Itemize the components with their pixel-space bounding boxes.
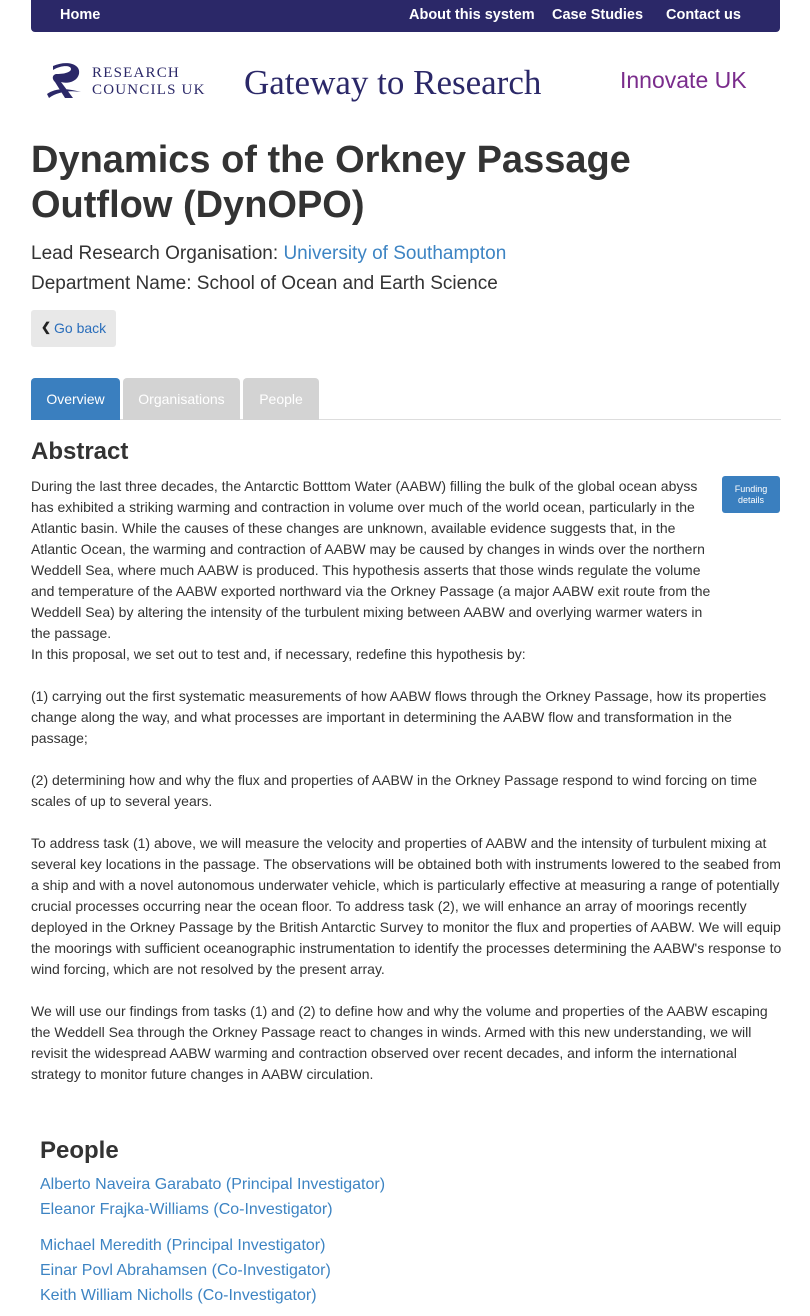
- nav-contact-link[interactable]: Contact us: [666, 7, 741, 23]
- funding-details-label-line1: Funding: [734, 484, 768, 494]
- abstract-heading: Abstract: [31, 438, 129, 465]
- go-back-button[interactable]: ❮ Go back: [31, 310, 116, 347]
- tab-organisations[interactable]: Organisations: [123, 378, 240, 420]
- rcuk-swirl-icon: [47, 63, 81, 98]
- project-title: Dynamics of the Orkney Passage Outflow (…: [31, 139, 631, 226]
- abstract-paragraph: (1) carrying out the first systematic me…: [31, 688, 767, 746]
- person-link[interactable]: Keith William Nicholls (Co-Investigator): [40, 1287, 317, 1305]
- tab-people[interactable]: People: [243, 378, 319, 420]
- funding-details-label-line2: details: [737, 495, 764, 505]
- lead-organisation-link[interactable]: University of Southampton: [283, 243, 506, 264]
- rcuk-logo-line2: COUNCILS UK: [92, 82, 206, 98]
- funding-details-button[interactable]: Funding details: [722, 476, 780, 513]
- nav-home-link[interactable]: Home: [60, 7, 100, 23]
- rcuk-logo-line1: RESEARCH: [92, 65, 180, 81]
- lead-organisation: Lead Research Organisation: University o…: [31, 243, 506, 265]
- nav-about-link[interactable]: About this system: [409, 7, 535, 23]
- gateway-logo[interactable]: Gateway to Research: [244, 63, 541, 103]
- department-value: School of Ocean and Earth Science: [196, 273, 498, 294]
- person-link[interactable]: Alberto Naveira Garabato (Principal Inve…: [40, 1176, 385, 1194]
- top-navbar: Home About this system Case Studies Cont…: [31, 0, 780, 32]
- abstract-paragraph: To address task (1) above, we will measu…: [31, 835, 782, 977]
- person-link[interactable]: Eleanor Frajka-Williams (Co-Investigator…: [40, 1201, 333, 1219]
- person-link[interactable]: Einar Povl Abrahamsen (Co-Investigator): [40, 1262, 331, 1280]
- rcuk-logo[interactable]: RESEARCH COUNCILS UK: [45, 60, 205, 104]
- go-back-label: Go back: [54, 320, 107, 336]
- person-link[interactable]: Michael Meredith (Principal Investigator…: [40, 1237, 325, 1255]
- abstract-paragraph: We will use our findings from tasks (1) …: [31, 1003, 768, 1082]
- tab-overview[interactable]: Overview: [31, 378, 120, 420]
- abstract-paragraph: (2) determining how and why the flux and…: [31, 772, 758, 809]
- department-name: Department Name: School of Ocean and Ear…: [31, 273, 498, 295]
- chevron-left-icon: ❮: [41, 320, 52, 334]
- innovate-uk-logo[interactable]: Innovate UK: [620, 67, 747, 94]
- abstract-paragraph: During the last three decades, the Antar…: [31, 478, 711, 641]
- department-label: Department Name:: [31, 273, 192, 294]
- nav-case-studies-link[interactable]: Case Studies: [552, 7, 643, 23]
- lead-organisation-label: Lead Research Organisation:: [31, 243, 279, 264]
- abstract-paragraph: In this proposal, we set out to test and…: [31, 646, 526, 662]
- people-heading: People: [40, 1137, 119, 1164]
